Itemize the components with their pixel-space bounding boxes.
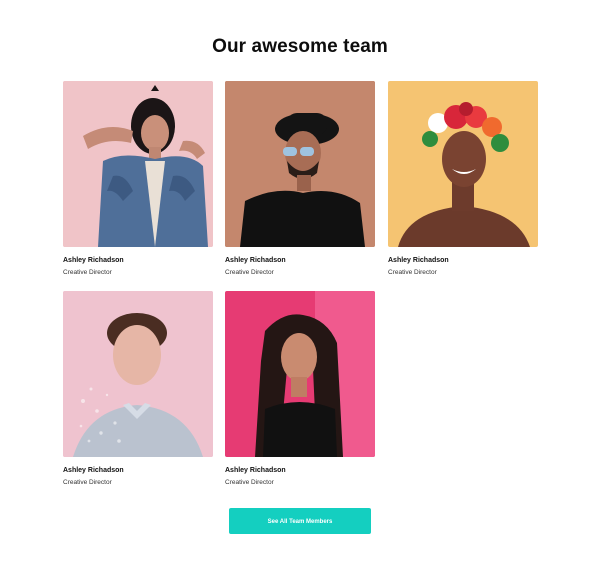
- member-role: Creative Director: [63, 269, 112, 276]
- member-role: Creative Director: [388, 269, 437, 276]
- member-name: Ashley Richadson: [225, 467, 286, 474]
- team-card: Ashley Richadson Creative Director: [63, 81, 213, 276]
- portrait-image: [225, 291, 375, 457]
- portrait-image: [63, 81, 213, 247]
- member-role: Creative Director: [63, 479, 112, 486]
- section-title: Our awesome team: [212, 36, 388, 57]
- see-all-team-members-button[interactable]: See All Team Members: [229, 508, 371, 534]
- member-name: Ashley Richadson: [388, 257, 449, 264]
- member-name: Ashley Richadson: [225, 257, 286, 264]
- member-name: Ashley Richadson: [63, 257, 124, 264]
- team-card: Ashley Richadson Creative Director: [225, 81, 375, 276]
- team-member-photo: [388, 81, 538, 247]
- portrait-image: [388, 81, 538, 247]
- member-role: Creative Director: [225, 479, 274, 486]
- team-member-photo: [225, 291, 375, 457]
- member-name: Ashley Richadson: [63, 467, 124, 474]
- team-card: Ashley Richadson Creative Director: [225, 291, 375, 486]
- team-card: Ashley Richadson Creative Director: [388, 81, 538, 276]
- team-section: Our awesome team Ashley Richadson Creati…: [0, 0, 600, 576]
- team-member-photo: [63, 81, 213, 247]
- member-role: Creative Director: [225, 269, 274, 276]
- team-member-photo: [225, 81, 375, 247]
- portrait-image: [63, 291, 213, 457]
- team-member-photo: [63, 291, 213, 457]
- team-card: Ashley Richadson Creative Director: [63, 291, 213, 486]
- portrait-image: [225, 81, 375, 247]
